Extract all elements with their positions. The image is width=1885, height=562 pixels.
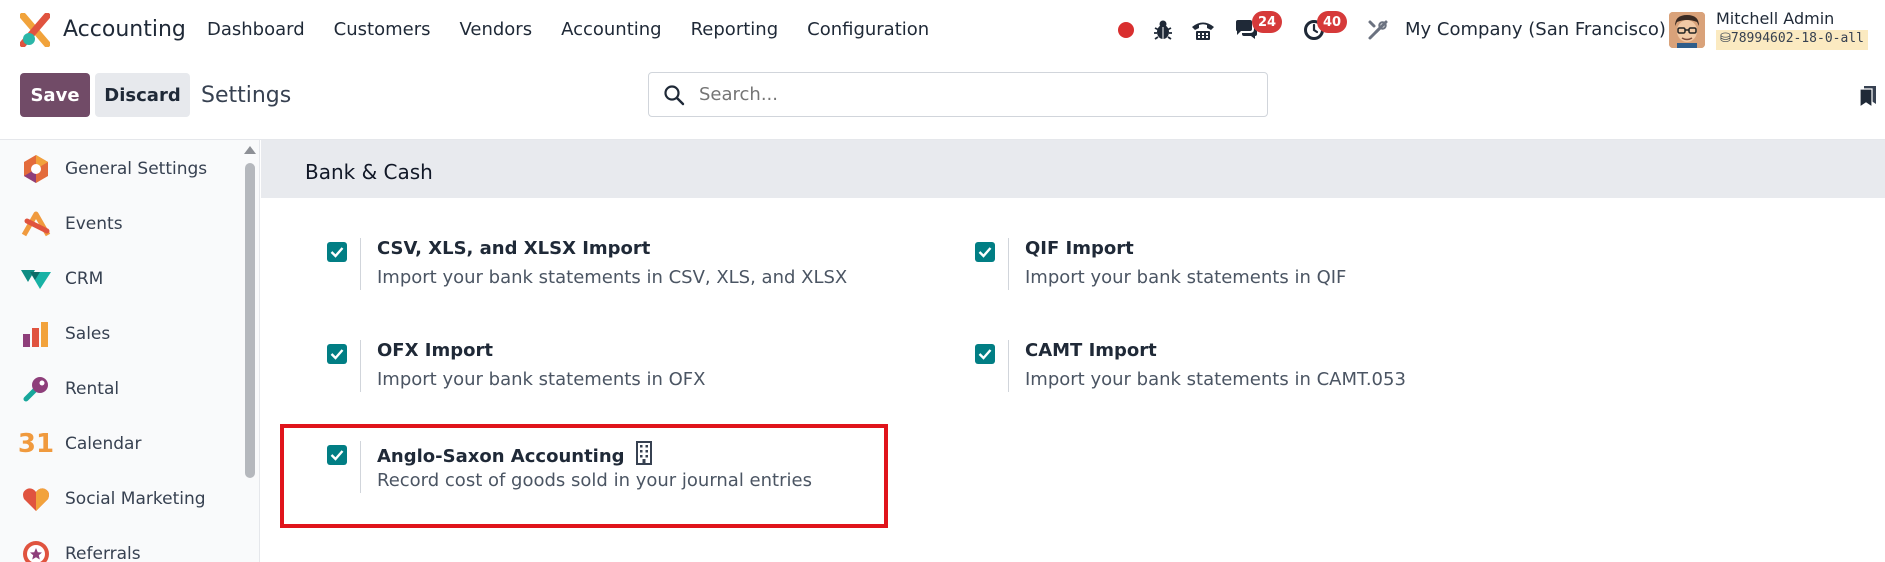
menu-reporting[interactable]: Reporting (691, 19, 779, 40)
section-header: Bank & Cash (261, 140, 1885, 198)
bookmark-icon[interactable] (1858, 84, 1878, 108)
setting-camt-import: CAMT Import Import your bank statements … (975, 340, 1575, 410)
sidebar-item-label: General Settings (65, 159, 208, 179)
setting-divider (1008, 340, 1009, 392)
database-icon: ⛁ (1720, 31, 1731, 46)
setting-divider (360, 238, 361, 290)
setting-description: Import your bank statements in OFX (377, 369, 706, 390)
discard-button[interactable]: Discard (95, 73, 190, 117)
menu-accounting[interactable]: Accounting (561, 19, 662, 40)
section-title: Bank & Cash (305, 160, 433, 184)
setting-title: QIF Import (1025, 238, 1134, 259)
sidebar-item-rental[interactable]: Rental (20, 369, 119, 409)
sidebar-item-label: Referrals (65, 544, 141, 562)
highlight-annotation (280, 424, 888, 528)
control-panel: Save Discard Settings (0, 60, 1885, 140)
sidebar-item-label: Rental (65, 379, 120, 399)
setting-ofx-import: OFX Import Import your bank statements i… (327, 340, 927, 410)
sidebar-item-label: Events (65, 214, 123, 234)
sidebar-item-events[interactable]: Events (20, 204, 123, 244)
calendar-icon-text: 31 (17, 429, 55, 459)
referrals-icon (20, 538, 52, 562)
camt-import-checkbox[interactable] (975, 344, 995, 364)
setting-description: Import your bank statements in QIF (1025, 267, 1347, 288)
social-marketing-icon (20, 483, 52, 515)
sidebar-item-general-settings[interactable]: General Settings (20, 149, 207, 189)
user-name[interactable]: Mitchell Admin (1716, 9, 1834, 28)
sidebar-item-label: CRM (65, 269, 104, 289)
sidebar-item-label: Social Marketing (65, 489, 206, 509)
sales-icon (20, 318, 52, 350)
activities-badge: 40 (1317, 11, 1348, 33)
top-navbar: Accounting Dashboard Customers Vendors A… (0, 0, 1885, 60)
menu-configuration[interactable]: Configuration (807, 19, 929, 40)
settings-content: Bank & Cash CSV, XLS, and XLSX Import Im… (261, 140, 1885, 562)
company-switcher[interactable]: My Company (San Francisco) (1405, 19, 1666, 40)
crm-icon (20, 263, 52, 295)
app-title[interactable]: Accounting (63, 17, 186, 42)
checkmark-icon (978, 247, 992, 258)
search-icon (664, 84, 685, 105)
sidebar-item-sales[interactable]: Sales (20, 314, 110, 354)
checkmark-icon (330, 247, 344, 258)
save-button[interactable]: Save (20, 73, 90, 117)
sidebar-item-label: Calendar (65, 434, 142, 454)
setting-qif-import: QIF Import Import your bank statements i… (975, 238, 1575, 308)
accounting-app-icon[interactable] (20, 13, 50, 47)
search-bar[interactable] (648, 72, 1268, 117)
menu-vendors[interactable]: Vendors (459, 19, 532, 40)
ofx-import-checkbox[interactable] (327, 344, 347, 364)
messages-badge: 24 (1252, 11, 1283, 33)
menu-customers[interactable]: Customers (334, 19, 431, 40)
user-avatar[interactable] (1669, 12, 1705, 48)
breadcrumb: Settings (201, 83, 292, 108)
setting-description: Import your bank statements in CAMT.053 (1025, 369, 1406, 390)
main-menu: Dashboard Customers Vendors Accounting R… (207, 19, 958, 40)
csv-import-checkbox[interactable] (327, 242, 347, 262)
calendar-icon: 31 (17, 428, 55, 460)
setting-description: Import your bank statements in CSV, XLS,… (377, 267, 848, 288)
events-icon (20, 208, 52, 240)
qif-import-checkbox[interactable] (975, 242, 995, 262)
checkmark-icon (330, 349, 344, 360)
recording-icon[interactable] (1114, 0, 1138, 60)
sidebar-item-social-marketing[interactable]: Social Marketing (20, 479, 206, 519)
sidebar-item-crm[interactable]: CRM (20, 259, 103, 299)
menu-dashboard[interactable]: Dashboard (207, 19, 305, 40)
sidebar-scroll-thumb[interactable] (245, 163, 255, 478)
scroll-up-arrow-icon[interactable] (244, 146, 256, 154)
sidebar-item-referrals[interactable]: Referrals (20, 534, 141, 562)
bug-icon[interactable] (1150, 0, 1176, 60)
database-label: 78994602-18-0-all (1730, 31, 1864, 46)
setting-title: OFX Import (377, 340, 493, 361)
database-name: ⛁78994602-18-0-all (1716, 30, 1868, 50)
search-input[interactable] (699, 84, 1239, 105)
rental-icon (20, 373, 52, 405)
setting-csv-import: CSV, XLS, and XLSX Import Import your ba… (327, 238, 927, 308)
sidebar-item-label: Sales (65, 324, 111, 344)
setting-divider (360, 340, 361, 392)
tools-icon[interactable] (1364, 0, 1392, 60)
sidebar-item-calendar[interactable]: 31 Calendar (17, 424, 142, 464)
setting-divider (1008, 238, 1009, 290)
general-settings-icon (20, 153, 52, 185)
settings-sidebar: General Settings Events CRM Sales Rental… (0, 140, 260, 562)
phone-icon[interactable] (1188, 0, 1218, 60)
setting-title: CAMT Import (1025, 340, 1157, 361)
setting-title: CSV, XLS, and XLSX Import (377, 238, 651, 259)
checkmark-icon (978, 349, 992, 360)
